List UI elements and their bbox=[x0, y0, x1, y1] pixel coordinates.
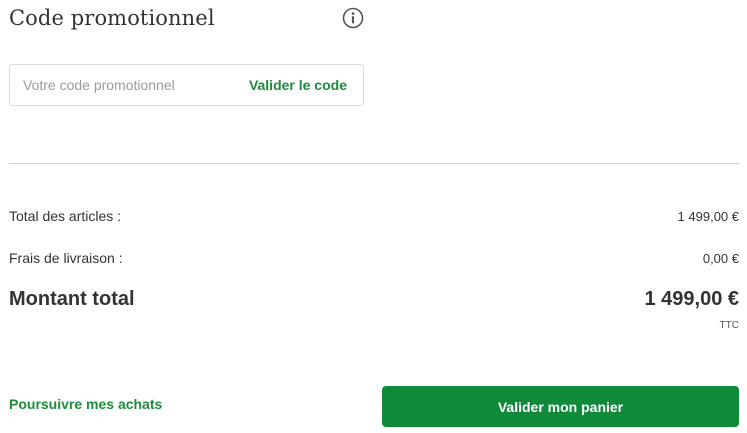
continue-shopping-link[interactable]: Poursuivre mes achats bbox=[9, 396, 162, 412]
promo-section-title: Code promotionnel bbox=[9, 6, 215, 30]
grand-total-label: Montant total bbox=[9, 288, 135, 310]
tax-included-note: TTC bbox=[719, 320, 739, 331]
promo-code-form: Valider le code bbox=[9, 64, 364, 106]
shipping-fee-value: 0,00 € bbox=[702, 251, 739, 266]
validate-cart-button[interactable]: Valider mon panier bbox=[382, 386, 739, 427]
items-total-value: 1 499,00 € bbox=[677, 209, 739, 224]
cart-summary-panel: Code promotionnel Valider le code Total … bbox=[0, 0, 747, 433]
shipping-fee-label: Frais de livraison : bbox=[9, 250, 123, 266]
info-circle-icon[interactable] bbox=[342, 7, 364, 29]
promo-code-input[interactable] bbox=[23, 70, 238, 100]
divider bbox=[9, 163, 739, 164]
items-total-label: Total des articles : bbox=[9, 208, 122, 224]
grand-total-value: 1 499,00 € bbox=[644, 288, 739, 310]
validate-code-button[interactable]: Valider le code bbox=[249, 65, 347, 105]
